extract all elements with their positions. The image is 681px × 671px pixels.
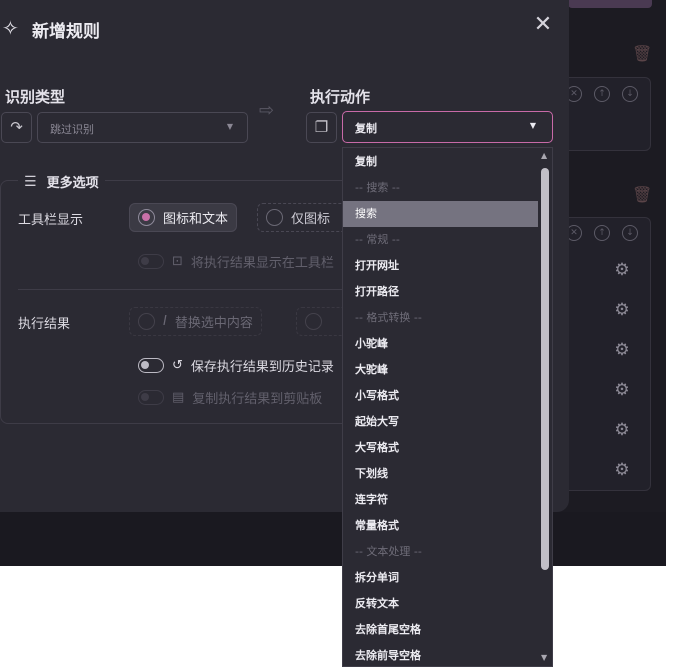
save-history-label: 保存执行结果到历史记录: [190, 360, 334, 375]
dropdown-option[interactable]: 复制: [343, 149, 538, 175]
dropdown-option[interactable]: 去除前导空格: [343, 643, 538, 666]
arrow-right-icon: ⇨: [259, 100, 275, 121]
caret-down-icon: ▼: [226, 122, 233, 131]
background-rule-card: [555, 217, 651, 491]
redo-icon[interactable]: ↷: [1, 112, 32, 143]
gear-icon[interactable]: ⚙: [613, 381, 631, 399]
dropdown-group-header: -- 常规 --: [355, 233, 400, 246]
dropdown-option[interactable]: 打开网址: [343, 253, 538, 279]
dropdown-option[interactable]: 大驼峰: [343, 357, 538, 383]
sliders-icon: ☰: [24, 173, 37, 190]
toolbar-option-icon-only[interactable]: 仅图标: [257, 203, 347, 232]
arrow-up-circle-icon[interactable]: ↑: [594, 86, 610, 102]
radio-unselected: [266, 209, 283, 226]
show-result-toolbar-label: 将执行结果显示在工具栏: [190, 256, 334, 271]
result-option-popup[interactable]: [296, 307, 347, 336]
trash-icon[interactable]: 🗑: [632, 186, 652, 204]
recognize-type-label: 识别类型: [5, 88, 66, 106]
copy-icon[interactable]: ❐: [306, 112, 337, 143]
dropdown-option[interactable]: 起始大写: [343, 409, 538, 435]
replace-selection-label: 替换选中内容: [174, 316, 253, 331]
gear-icon[interactable]: ⚙: [613, 461, 631, 479]
screen: 🗑 ✕ ↑ ↓ 🗑 ✕ ↑ ↓ ⚙ ⚙ ⚙ ⚙ ⚙ ⚙ ✧ 新增规则 ✕ 识别类…: [0, 0, 681, 671]
scroll-down-icon[interactable]: ▼: [541, 653, 547, 662]
dropdown-option[interactable]: 打开路径: [343, 279, 538, 305]
trash-icon[interactable]: 🗑: [632, 45, 652, 63]
dropdown-option[interactable]: 反转文本: [343, 591, 538, 617]
background-card-actions: ✕ ↑ ↓: [566, 86, 638, 102]
recognize-type-select[interactable]: 跳过识别 ▼: [37, 112, 248, 143]
show-result-toolbar-option: ⊡ 将执行结果显示在工具栏: [172, 252, 334, 271]
toolbar-icon: ⊡: [172, 254, 183, 269]
clipboard-icon: ▤: [172, 390, 185, 405]
dropdown-option[interactable]: 小写格式: [343, 383, 538, 409]
action-dropdown-list: 复制 -- 搜索 -- 搜索 -- 常规 -- 打开网址 打开路径 -- 格式转换 -- 小驼…: [342, 147, 553, 667]
copy-clipboard-toggle[interactable]: [138, 390, 164, 405]
gear-icon[interactable]: ⚙: [613, 341, 631, 359]
toolbar-option-icon-text[interactable]: 图标和文本: [129, 203, 238, 232]
close-icon[interactable]: ✕: [532, 14, 554, 36]
action-label: 执行动作: [310, 88, 371, 106]
history-icon: ↺: [172, 358, 183, 373]
gear-icon[interactable]: ⚙: [613, 301, 631, 319]
result-label: 执行结果: [18, 317, 71, 332]
dropdown-scroll-thumb[interactable]: [541, 168, 549, 570]
dropdown-group-header: -- 格式转换 --: [355, 311, 422, 324]
dropdown-option[interactable]: 小驼峰: [343, 331, 538, 357]
recognize-type-value: 跳过识别: [50, 123, 94, 136]
toolbar-display-label: 工具栏显示: [18, 213, 84, 228]
toolbar-option-icon-only-label: 仅图标: [291, 212, 331, 227]
gear-icon[interactable]: ⚙: [613, 261, 631, 279]
dropdown-group-header: -- 文本处理 --: [355, 545, 422, 558]
more-options-legend: ☰ 更多选项: [18, 172, 105, 191]
radio-selected: [138, 209, 155, 226]
background-accent-bar: [568, 0, 652, 8]
copy-clipboard-option: ▤ 复制执行结果到剪贴板: [172, 388, 322, 407]
dropdown-option[interactable]: 拆分单词: [343, 565, 538, 591]
dialog-title: 新增规则: [32, 22, 100, 42]
more-options-title: 更多选项: [46, 176, 99, 191]
caret-down-icon: ▼: [529, 121, 536, 130]
dropdown-option[interactable]: 常量格式: [343, 513, 538, 539]
dropdown-option[interactable]: 大写格式: [343, 435, 538, 461]
save-history-option: ↺ 保存执行结果到历史记录: [172, 356, 334, 375]
save-history-toggle[interactable]: [138, 358, 164, 373]
dropdown-option[interactable]: 搜索: [343, 201, 538, 227]
scroll-up-icon[interactable]: ▲: [541, 151, 547, 160]
sparkle-icon: ✧: [2, 16, 19, 40]
action-select-value: 复制: [355, 122, 377, 135]
arrow-up-circle-icon[interactable]: ↑: [594, 225, 610, 241]
toolbar-option-icon-text-label: 图标和文本: [163, 212, 229, 227]
show-result-toolbar-toggle[interactable]: [138, 254, 164, 269]
text-cursor-icon: I: [163, 314, 167, 329]
copy-clipboard-label: 复制执行结果到剪贴板: [192, 392, 323, 407]
background-card-actions: ✕ ↑ ↓: [566, 225, 638, 241]
replace-selection-option[interactable]: I 替换选中内容: [129, 307, 262, 336]
options-divider: [18, 289, 348, 290]
background-footer: [0, 512, 666, 566]
arrow-down-circle-icon[interactable]: ↓: [622, 86, 638, 102]
radio-unselected: [305, 313, 322, 330]
dropdown-group-header: -- 搜索 --: [355, 181, 400, 194]
action-select[interactable]: 复制 ▼: [342, 111, 553, 143]
gear-icon[interactable]: ⚙: [613, 421, 631, 439]
radio-unselected: [138, 313, 155, 330]
arrow-down-circle-icon[interactable]: ↓: [622, 225, 638, 241]
dropdown-option[interactable]: 去除首尾空格: [343, 617, 538, 643]
dropdown-option[interactable]: 连字符: [343, 487, 538, 513]
dropdown-option[interactable]: 下划线: [343, 461, 538, 487]
